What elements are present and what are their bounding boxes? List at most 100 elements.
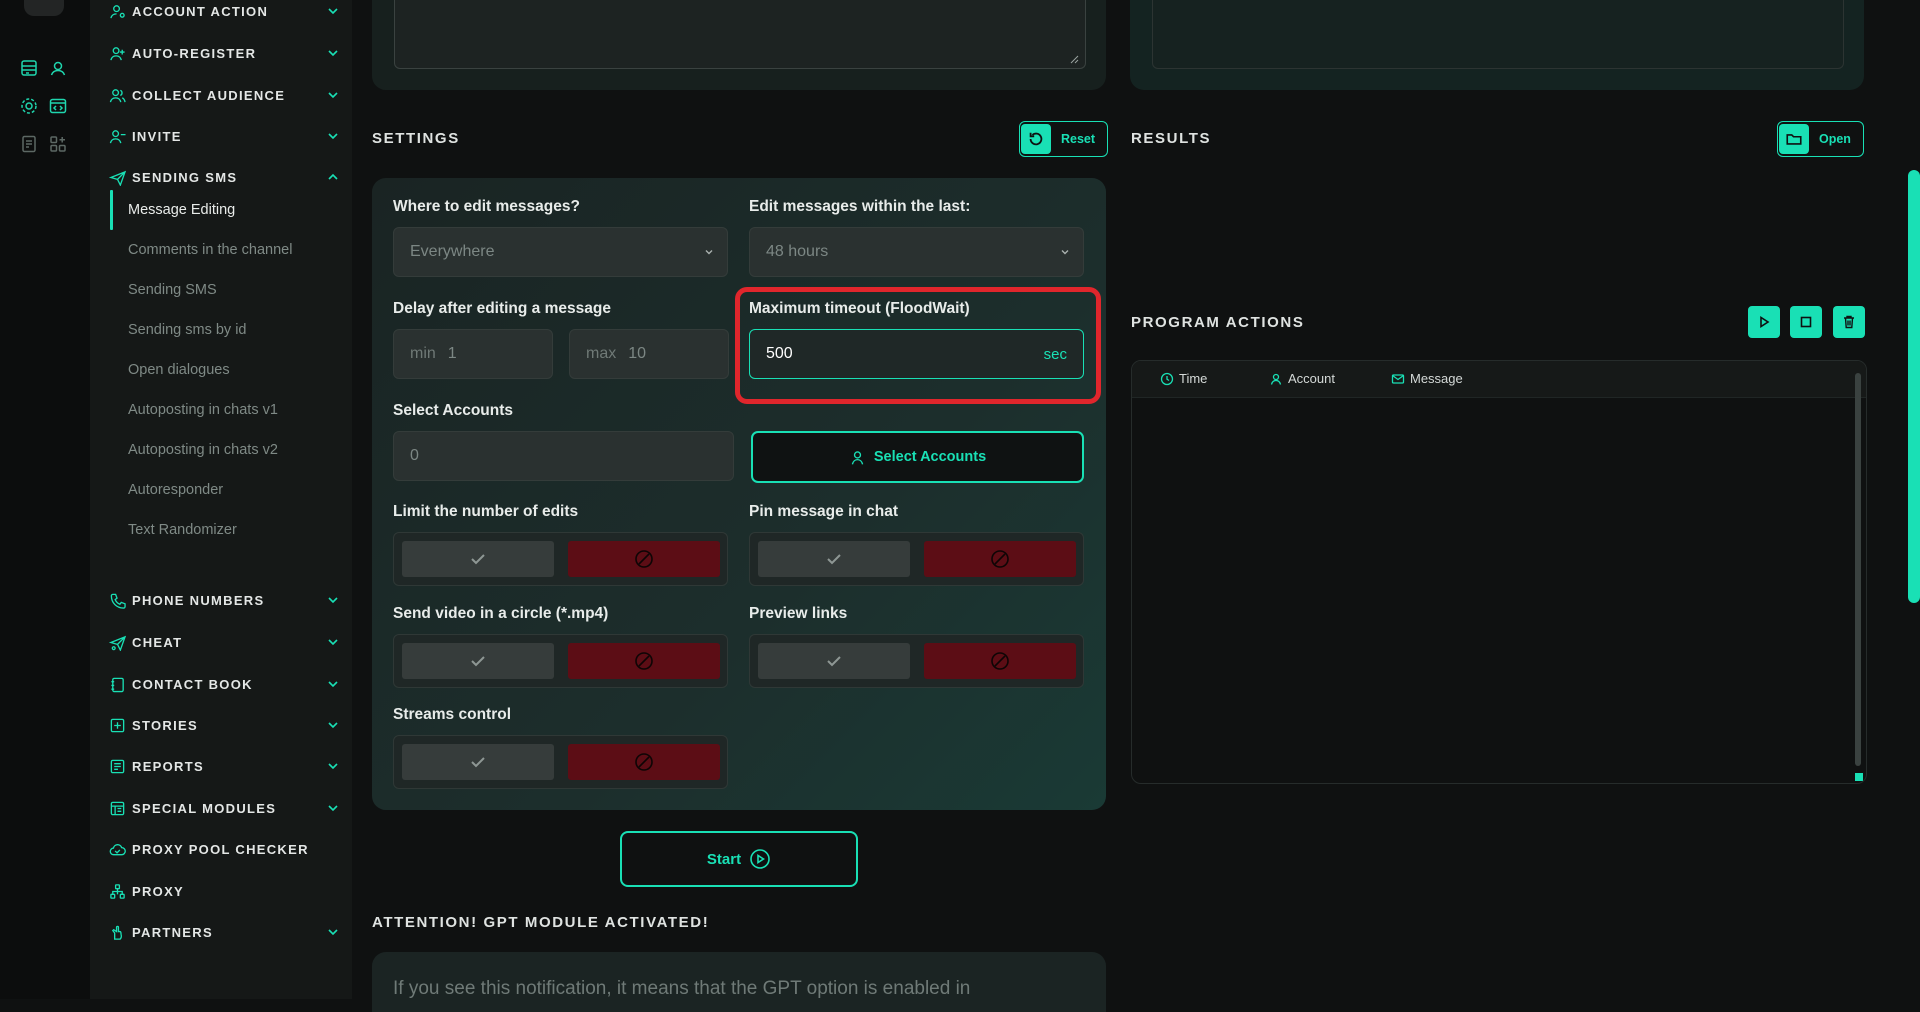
column-time-label: Time bbox=[1179, 371, 1208, 386]
sidebar-subitem-sending-sms-by-id[interactable]: Sending sms by id bbox=[128, 315, 348, 345]
within-value: 48 hours bbox=[766, 243, 829, 260]
report-icon bbox=[108, 757, 126, 775]
delay-min-value: 1 bbox=[447, 345, 457, 362]
preview-disable-button[interactable] bbox=[924, 643, 1076, 679]
sidebar-item-invite[interactable]: INVITE bbox=[108, 121, 340, 151]
limit-disable-button[interactable] bbox=[568, 541, 720, 577]
limit-toggle bbox=[393, 532, 728, 586]
column-account-label: Account bbox=[1288, 371, 1335, 386]
sidebar-item-label: STORIES bbox=[132, 717, 198, 733]
column-time[interactable]: Time bbox=[1160, 371, 1207, 386]
sidebar-item-partners[interactable]: PARTNERS bbox=[108, 917, 340, 947]
within-select[interactable]: 48 hours bbox=[749, 227, 1084, 277]
user-circle-icon[interactable] bbox=[48, 58, 68, 78]
sidebar-item-label: PROXY bbox=[132, 883, 185, 899]
sidebar-item-sending-sms[interactable]: SENDING SMS bbox=[108, 162, 340, 192]
sidebar-item-contact-book[interactable]: CONTACT BOOK bbox=[108, 669, 340, 699]
message-textarea[interactable] bbox=[394, 0, 1086, 69]
sidebar-item-phone-numbers[interactable]: PHONE NUMBERS bbox=[108, 585, 340, 615]
column-message[interactable]: Message bbox=[1391, 371, 1463, 386]
max-prefix: max bbox=[586, 345, 617, 362]
sidebar-item-label: SENDING SMS bbox=[132, 169, 238, 185]
sidebar-item-proxy-pool-checker[interactable]: PROXY POOL CHECKER bbox=[108, 834, 340, 864]
app-logo[interactable] bbox=[24, 0, 64, 16]
resize-handle-icon[interactable] bbox=[1069, 54, 1079, 64]
start-button[interactable]: Start bbox=[620, 831, 858, 887]
chevron-down-icon bbox=[326, 759, 340, 773]
chevron-down-icon bbox=[326, 635, 340, 649]
video-disable-button[interactable] bbox=[568, 643, 720, 679]
page-scrollbar[interactable] bbox=[1908, 170, 1920, 603]
modules-icon bbox=[108, 799, 126, 817]
open-button[interactable]: Open bbox=[1777, 121, 1864, 157]
sidebar-item-collect-audience[interactable]: COLLECT AUDIENCE bbox=[108, 80, 340, 110]
sidebar-item-label: CHEAT bbox=[132, 634, 183, 650]
reset-button[interactable]: Reset bbox=[1019, 121, 1109, 157]
play-icon bbox=[1760, 316, 1770, 328]
sidebar-item-reports[interactable]: REPORTS bbox=[108, 751, 340, 781]
sidebar-subitem-autoposting-in-chats-v1[interactable]: Autoposting in chats v1 bbox=[128, 395, 348, 425]
user-icon bbox=[851, 450, 864, 464]
sidebar-subitem-autoposting-in-chats-v2[interactable]: Autoposting in chats v2 bbox=[128, 435, 348, 465]
trash-icon bbox=[1844, 315, 1854, 329]
sidebar-subitem-message-editing[interactable]: Message Editing bbox=[128, 195, 348, 225]
sidebar-item-special-modules[interactable]: SPECIAL MODULES bbox=[108, 793, 340, 823]
accounts-count-field[interactable]: 0 bbox=[393, 431, 734, 481]
log-scrollbar[interactable] bbox=[1855, 373, 1861, 766]
where-select[interactable]: Everywhere bbox=[393, 227, 728, 277]
delay-label: Delay after editing a message bbox=[393, 300, 611, 317]
min-prefix: min bbox=[410, 345, 436, 362]
video-toggle bbox=[393, 634, 728, 688]
sidebar-item-stories[interactable]: STORIES bbox=[108, 710, 340, 740]
sidebar-item-label: PROXY POOL CHECKER bbox=[132, 841, 309, 857]
sidebar-item-cheat[interactable]: CHEAT bbox=[108, 627, 340, 657]
user-plus-icon bbox=[108, 44, 126, 62]
sidebar-item-proxy[interactable]: PROXY bbox=[108, 876, 340, 906]
delay-min-input[interactable]: min 1 bbox=[393, 329, 553, 379]
sidebar-subitem-open-dialogues[interactable]: Open dialogues bbox=[128, 355, 348, 385]
sidebar-subitem-text-randomizer[interactable]: Text Randomizer bbox=[128, 515, 348, 545]
code-window-icon[interactable] bbox=[48, 96, 68, 116]
accounts-label: Select Accounts bbox=[393, 402, 514, 419]
column-account[interactable]: Account bbox=[1269, 371, 1335, 386]
clear-button[interactable] bbox=[1833, 306, 1865, 338]
database-icon[interactable] bbox=[19, 58, 39, 78]
streams-label: Streams control bbox=[393, 706, 512, 723]
sidebar-subitem-sending-sms[interactable]: Sending SMS bbox=[128, 275, 348, 305]
chevron-down-icon bbox=[326, 801, 340, 815]
actions-log[interactable]: Time Account Message bbox=[1131, 360, 1867, 784]
pin-enable-button[interactable] bbox=[758, 541, 910, 577]
streams-enable-button[interactable] bbox=[402, 744, 554, 780]
check-icon bbox=[827, 656, 841, 667]
play-button[interactable] bbox=[1748, 306, 1780, 338]
preview-enable-button[interactable] bbox=[758, 643, 910, 679]
chevron-down-icon bbox=[326, 129, 340, 143]
limit-enable-button[interactable] bbox=[402, 541, 554, 577]
document-list-icon[interactable] bbox=[19, 134, 39, 154]
sidebar-item-auto-register[interactable]: AUTO-REGISTER bbox=[108, 38, 340, 68]
chevron-down-icon bbox=[326, 4, 340, 18]
results-textarea[interactable] bbox=[1152, 0, 1844, 69]
preview-label: Preview links bbox=[749, 605, 848, 622]
active-indicator bbox=[110, 190, 113, 230]
sidebar-subitem-comments-in-the-channel[interactable]: Comments in the channel bbox=[128, 235, 348, 265]
select-accounts-button[interactable]: Select Accounts bbox=[751, 431, 1084, 483]
pin-label: Pin message in chat bbox=[749, 503, 899, 520]
settings-gear-icon[interactable] bbox=[19, 96, 39, 116]
folder-icon bbox=[1779, 124, 1809, 154]
streams-toggle bbox=[393, 735, 728, 789]
timeout-input[interactable]: 500 sec bbox=[749, 329, 1084, 379]
stop-icon bbox=[1800, 316, 1812, 328]
sidebar-item-account-action[interactable]: ACCOUNT ACTION bbox=[108, 0, 340, 26]
resize-handle-icon[interactable] bbox=[1855, 773, 1863, 781]
sidebar-subitem-autoresponder[interactable]: Autoresponder bbox=[128, 475, 348, 505]
streams-disable-button[interactable] bbox=[568, 744, 720, 780]
video-enable-button[interactable] bbox=[402, 643, 554, 679]
timeout-unit: sec bbox=[1043, 345, 1067, 363]
apps-grid-icon[interactable] bbox=[48, 134, 68, 154]
limit-label: Limit the number of edits bbox=[393, 503, 579, 520]
delay-max-input[interactable]: max 10 bbox=[569, 329, 729, 379]
stop-button[interactable] bbox=[1790, 306, 1822, 338]
pin-disable-button[interactable] bbox=[924, 541, 1076, 577]
users-icon bbox=[108, 86, 126, 104]
